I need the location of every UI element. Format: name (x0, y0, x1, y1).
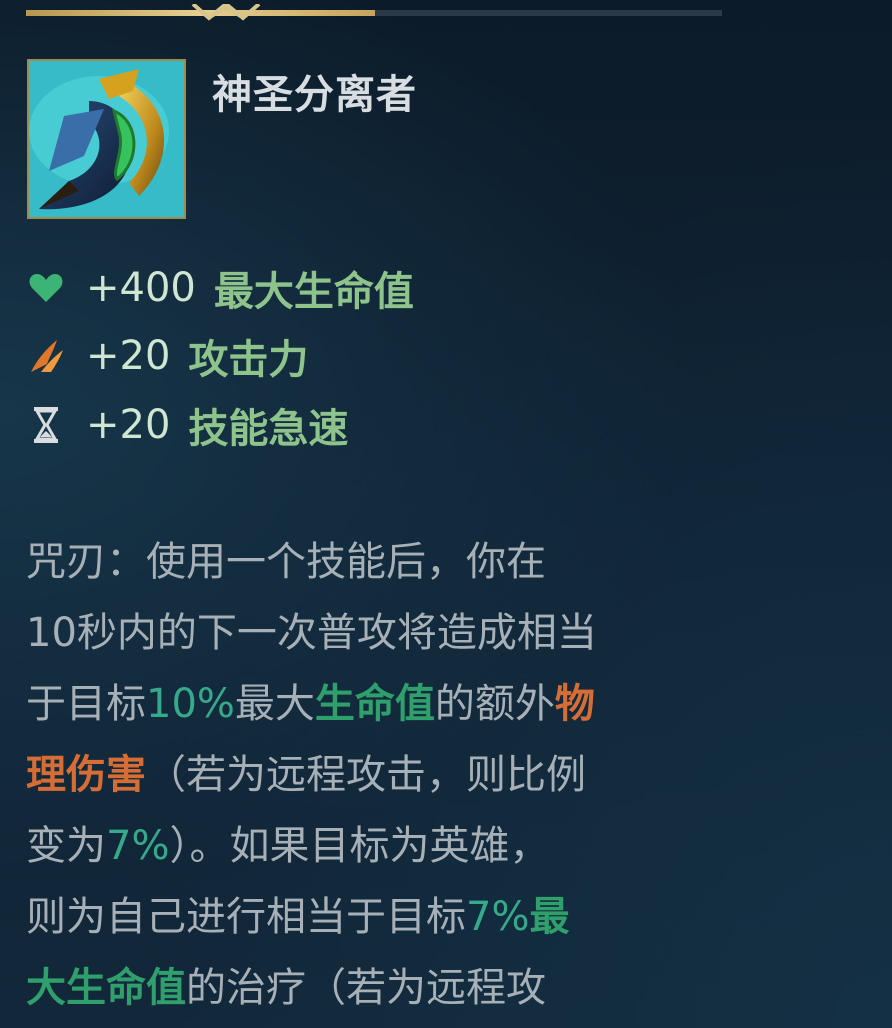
desc-text: 的额外 (434, 681, 555, 727)
desc-line-1: 咒刃：使用一个技能后，你在 (26, 539, 546, 585)
heart-icon (26, 268, 66, 308)
desc-line-3: 于目标10%最大生命值的额外物 (26, 669, 746, 740)
desc-line-5: 变为7%）。如果目标为英雄， (26, 811, 746, 882)
stat-row-health: +400 最大生命值 (26, 263, 414, 315)
desc-percent-highlight: 7% (106, 823, 170, 869)
desc-text: ）。如果目标为英雄， (169, 823, 550, 869)
stat-value-ability-haste: +20 (86, 402, 171, 448)
desc-text: 最大 (234, 681, 315, 727)
divine-sunderer-item-icon[interactable] (27, 59, 186, 219)
desc-text: 的治疗（若为远程攻 (186, 965, 546, 1011)
desc-max-health-highlight: 最 (529, 894, 570, 940)
item-passive-description: 咒刃：使用一个技能后，你在 10秒内的下一次普攻将造成相当 于目标10%最大生命… (26, 527, 746, 1024)
stat-row-ability-haste: +20 技能急速 (26, 400, 348, 452)
tab-ornament-icon (191, 4, 261, 21)
desc-text: 于目标 (26, 681, 146, 727)
tab-indicator-bar (26, 4, 722, 21)
desc-max-health-highlight: 大生命值 (26, 965, 186, 1011)
stat-row-attack-damage: +20 攻击力 (26, 331, 308, 383)
desc-line-7: 大生命值的治疗（若为远程攻 (26, 953, 746, 1024)
hourglass-icon (26, 405, 66, 445)
stat-label-health: 最大生命值 (213, 269, 414, 315)
desc-percent-highlight: 10% (146, 681, 235, 727)
desc-text: （若为远程攻击，则比例 (146, 752, 586, 798)
desc-text: 则为自己进行相当于目标 (26, 894, 466, 940)
stat-value-health: +400 (86, 265, 196, 311)
desc-text: 变为 (26, 823, 106, 869)
stat-label-attack-damage: 攻击力 (188, 337, 309, 383)
stat-label-ability-haste: 技能急速 (188, 406, 349, 452)
desc-max-health-highlight: 生命值 (314, 681, 435, 727)
desc-physical-damage-highlight: 理伤害 (26, 752, 146, 798)
attack-damage-icon (26, 336, 66, 376)
stat-value-attack-damage: +20 (86, 333, 171, 379)
item-name: 神圣分离者 (212, 72, 417, 118)
desc-line-6: 则为自己进行相当于目标7%最 (26, 882, 746, 953)
desc-physical-damage-highlight: 物 (554, 681, 595, 727)
desc-percent-highlight: 7% (466, 894, 530, 940)
desc-line-2: 10秒内的下一次普攻将造成相当 (26, 610, 597, 656)
desc-line-4: 理伤害（若为远程攻击，则比例 (26, 740, 746, 811)
item-tooltip-panel: 神圣分离者 +400 最大生命值 +20 攻击力 +20 技能急速 咒刃：使用一… (0, 0, 892, 1028)
